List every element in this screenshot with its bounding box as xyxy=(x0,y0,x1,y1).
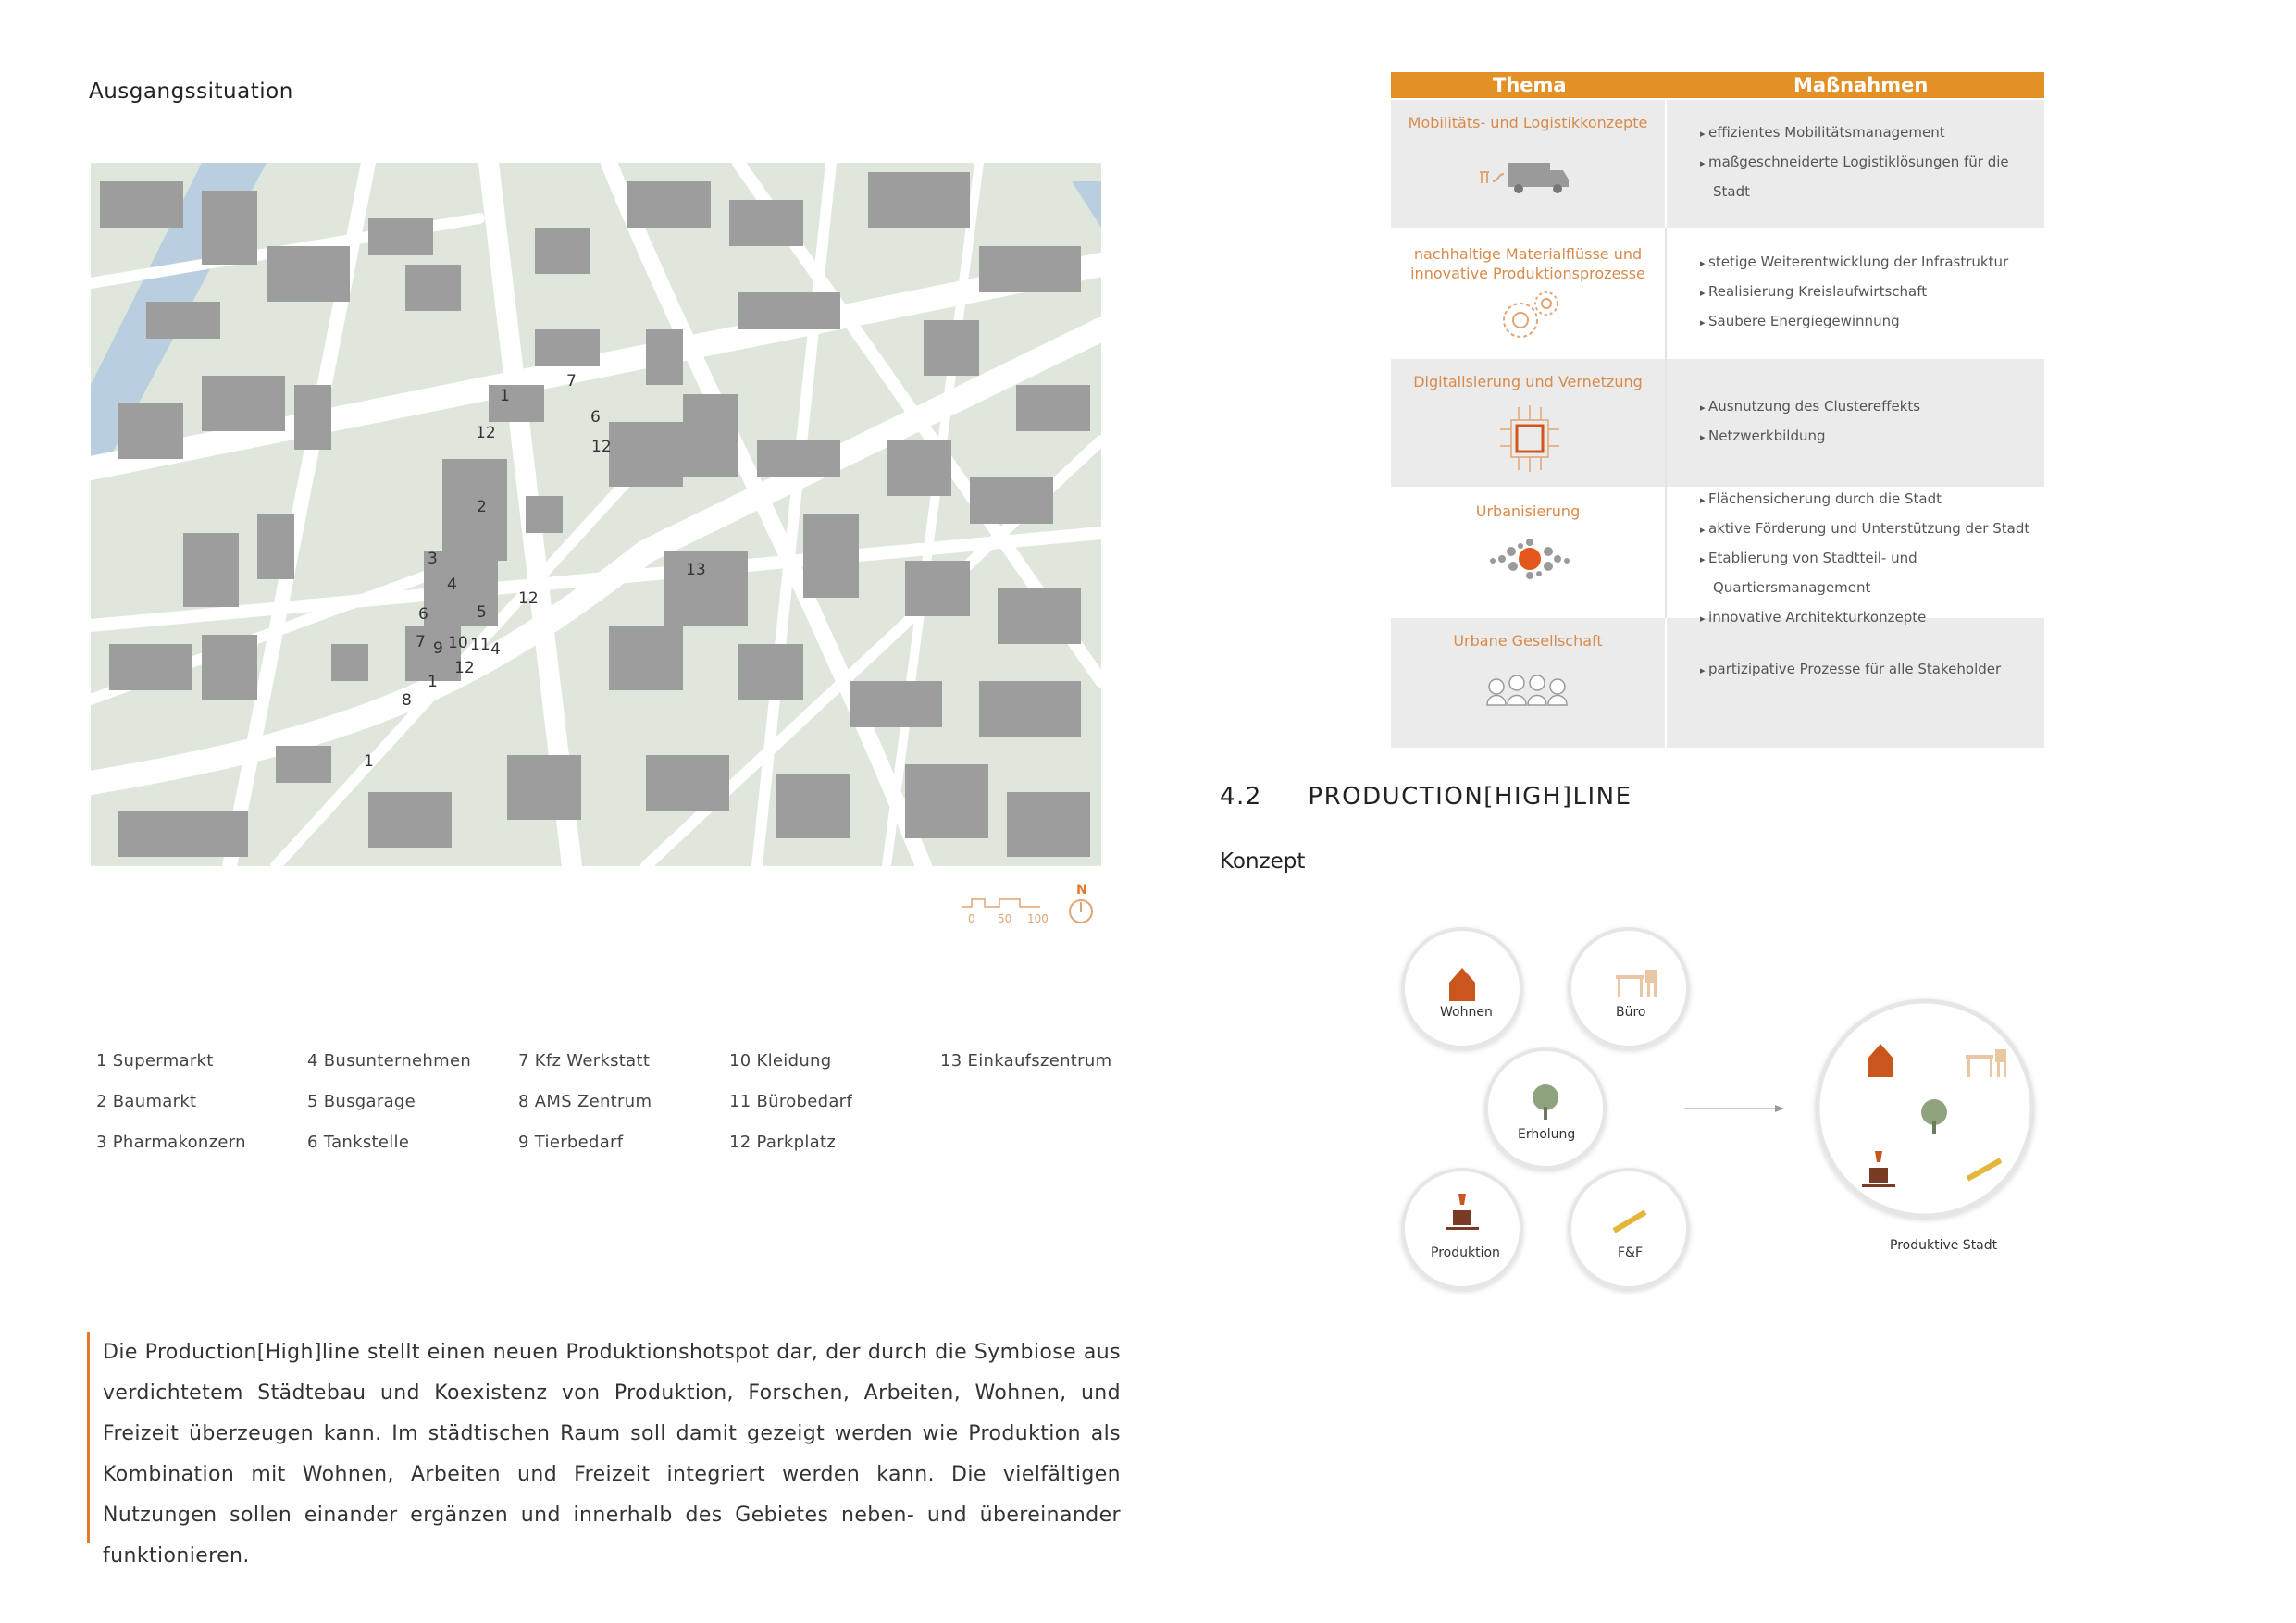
ff-label: F&F xyxy=(1618,1245,1643,1260)
map-label: 12 xyxy=(454,659,475,677)
map-label: 6 xyxy=(418,605,428,624)
erholung-label: Erholung xyxy=(1518,1127,1575,1142)
massnahmen-list: stetige Weiterentwicklung der Infrastruk… xyxy=(1700,248,2008,337)
map-label: 4 xyxy=(490,640,501,659)
section-subtitle: Konzept xyxy=(1220,849,1306,873)
scale-label: 100 xyxy=(1027,912,1049,925)
map-label: 13 xyxy=(686,561,706,579)
list-item: aktive Förderung und Unterstützung der S… xyxy=(1700,514,2029,544)
list-item: maßgeschneiderte Logistiklösungen für di… xyxy=(1700,148,2009,178)
section-heading: 4.2 PRODUCTION[HIGH]LINE xyxy=(1220,783,1632,811)
section-title: PRODUCTION[HIGH]LINE xyxy=(1308,783,1632,811)
gears-icon xyxy=(1503,291,1558,338)
map-label: 7 xyxy=(566,372,577,390)
truck-icon xyxy=(1480,163,1569,193)
legend-item: 8 AMS Zentrum xyxy=(518,1092,652,1111)
buero-circle xyxy=(1568,927,1690,1049)
legend-item: 7 Kfz Werkstatt xyxy=(518,1051,651,1071)
legend-item: 1 Supermarkt xyxy=(96,1051,214,1071)
cluster-icon xyxy=(1490,539,1570,579)
intro-paragraph: Die Production[High]line stellt einen ne… xyxy=(87,1332,1121,1567)
map-label: 1 xyxy=(364,752,374,771)
map-label: 3 xyxy=(428,550,438,568)
legend-item: 13 Einkaufszentrum xyxy=(940,1051,1112,1071)
paragraph-text: Die Production[High]line stellt einen ne… xyxy=(103,1341,1121,1567)
legend-item: 4 Busunternehmen xyxy=(307,1051,472,1071)
map-label: 5 xyxy=(477,603,487,622)
buero-label: Büro xyxy=(1616,1005,1646,1020)
map-label: 12 xyxy=(476,424,496,442)
legend-item: 2 Baumarkt xyxy=(96,1092,197,1111)
scale-label: 0 xyxy=(968,912,975,925)
list-item: stetige Weiterentwicklung der Infrastruk… xyxy=(1700,248,2008,278)
list-item: Flächensicherung durch die Stadt xyxy=(1700,485,2029,514)
map-label: 11 xyxy=(470,636,490,654)
thema-label: Urbanisierung xyxy=(1475,502,1581,520)
map-label: 2 xyxy=(477,498,487,516)
map-label: 12 xyxy=(518,589,539,608)
legend-item: 5 Busgarage xyxy=(307,1092,416,1111)
table-header-massnahmen: Maßnahmen xyxy=(1793,74,1929,96)
legend-item: 3 Pharmakonzern xyxy=(96,1133,246,1152)
ff-circle xyxy=(1568,1168,1690,1290)
map-label: 7 xyxy=(416,633,426,651)
arrow-head-icon xyxy=(1775,1105,1784,1112)
list-item: Quartiersmanagement xyxy=(1713,579,1871,596)
map-label: 1 xyxy=(500,387,510,405)
thema-label: Digitalisierung und Vernetzung xyxy=(1413,373,1643,390)
section-number: 4.2 xyxy=(1220,783,1262,811)
north-label: N xyxy=(1076,883,1087,898)
concept-diagram: Wohnen Büro Erholung Produktion F&F Prod… xyxy=(1401,927,2035,1290)
map-label: 8 xyxy=(402,691,412,710)
chip-icon xyxy=(1500,405,1559,472)
massnahmen-list: Ausnutzung des Clustereffekts Netzwerkbi… xyxy=(1700,392,1920,452)
map-label: 12 xyxy=(591,438,612,456)
massnahmen-list: partizipative Prozesse für alle Stakehol… xyxy=(1700,655,2001,685)
legend-item: 6 Tankstelle xyxy=(307,1133,410,1152)
list-item: Ausnutzung des Clustereffekts xyxy=(1700,392,1920,422)
legend-item: 11 Bürobedarf xyxy=(729,1092,852,1111)
list-item: Saubere Energiegewinnung xyxy=(1700,307,2008,337)
list-item: partizipative Prozesse für alle Stakehol… xyxy=(1700,655,2001,685)
section-title: Ausgangssituation xyxy=(89,80,293,104)
table-header: Thema Maßnahmen xyxy=(1391,72,2044,98)
map-label: 10 xyxy=(448,634,468,652)
map-label: 6 xyxy=(590,408,601,427)
produktive-stadt-label: Produktive Stadt xyxy=(1890,1238,1998,1253)
map-label: 1 xyxy=(428,673,438,691)
produktion-label: Produktion xyxy=(1431,1245,1500,1260)
massnahmen-list: Flächensicherung durch die Stadt aktive … xyxy=(1700,485,2029,633)
list-item: Realisierung Kreislaufwirtschaft xyxy=(1700,278,2008,307)
thema-label: nachhaltige Materialflüsse und innovativ… xyxy=(1410,245,1645,282)
scale-label: 50 xyxy=(998,912,1011,925)
thema-label: Mobilitäts- und Logistikkonzepte xyxy=(1408,114,1648,131)
map-label: 4 xyxy=(447,576,457,594)
measures-table: Thema Maßnahmen Mobilitäts- und Logistik… xyxy=(1391,72,2044,752)
list-item: Netzwerkbildung xyxy=(1700,422,1920,452)
list-item: effizientes Mobilitätsmanagement xyxy=(1700,118,2009,148)
wohnen-label: Wohnen xyxy=(1440,1005,1493,1020)
massnahmen-list: effizientes Mobilitätsmanagement maßgesc… xyxy=(1700,118,2009,207)
scale-and-north: 0 50 100 N xyxy=(962,883,1093,925)
legend-item: 9 Tierbedarf xyxy=(518,1133,624,1152)
people-icon xyxy=(1486,675,1568,706)
legend-item: 10 Kleidung xyxy=(729,1051,832,1071)
map-legend: 1 Supermarkt 4 Busunternehmen 7 Kfz Werk… xyxy=(96,1051,1142,1173)
list-item: Etablierung von Stadtteil- und xyxy=(1700,544,2029,574)
site-map: 1 12 2 3 4 5 6 7 9 10 11 4 12 1 8 1 7 6 … xyxy=(91,163,1101,866)
list-item: innovative Architekturkonzepte xyxy=(1700,603,2029,633)
table-header-thema: Thema xyxy=(1493,74,1567,96)
list-item: Stadt xyxy=(1713,183,1750,200)
thema-label: Urbane Gesellschaft xyxy=(1453,632,1603,650)
map-label: 9 xyxy=(433,639,443,658)
legend-item: 12 Parkplatz xyxy=(729,1133,837,1152)
